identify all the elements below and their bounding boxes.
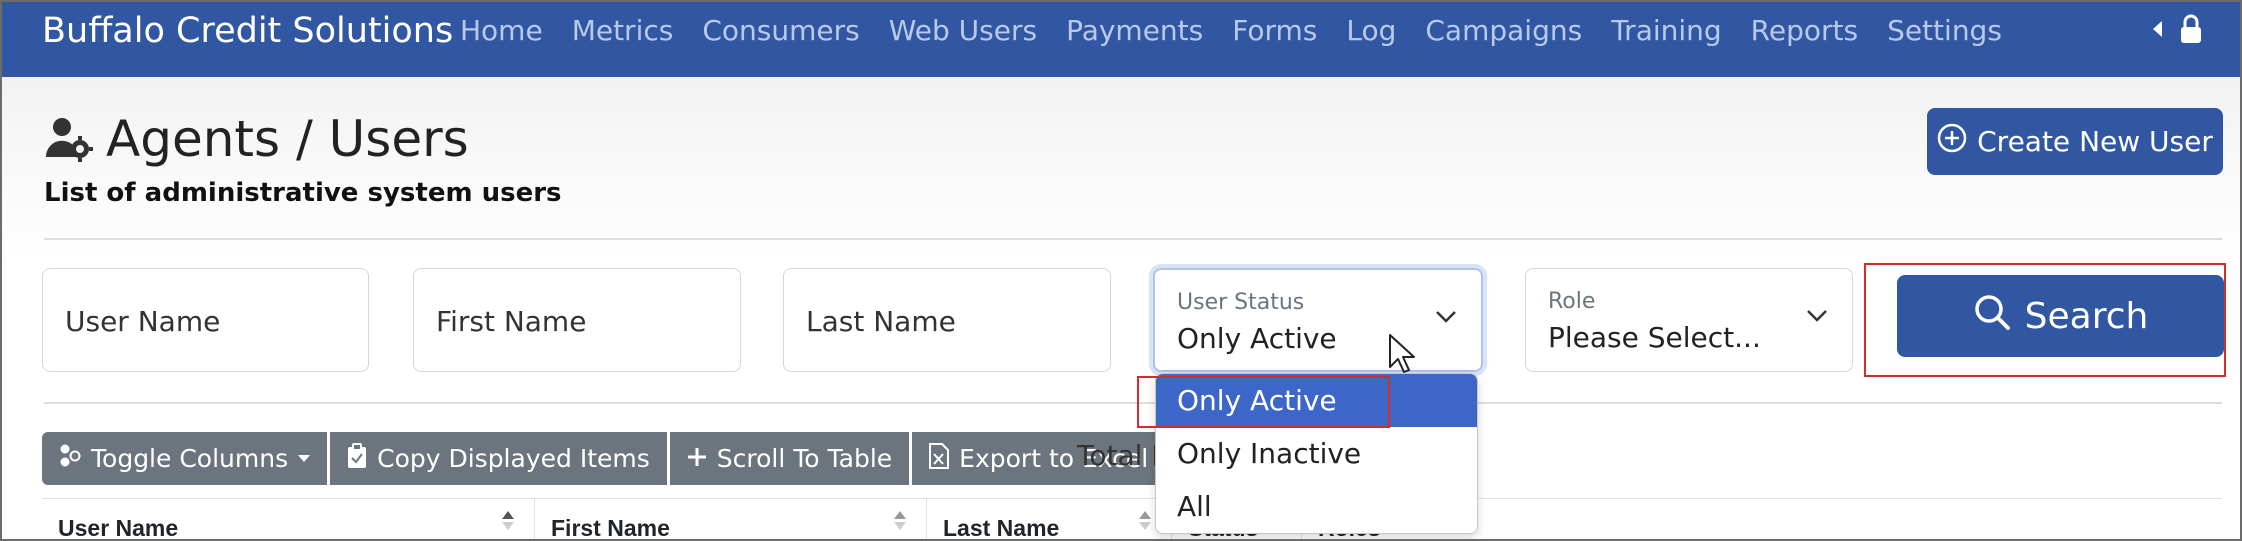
lock-icon[interactable] [2180, 14, 2202, 44]
role-value: Please Select... [1548, 321, 1761, 354]
nav-item-web-users[interactable]: Web Users [889, 2, 1037, 60]
search-icon [1973, 293, 2011, 340]
caret-down-icon [298, 455, 311, 462]
app-window: Buffalo Credit Solutions Home Metrics Co… [0, 0, 2242, 541]
copy-displayed-items-button[interactable]: Copy Displayed Items [330, 432, 667, 485]
create-new-user-label: Create New User [1977, 125, 2213, 158]
column-header-label: First Name [551, 515, 670, 541]
nav-item-settings[interactable]: Settings [1887, 2, 2002, 60]
user-status-label: User Status [1177, 290, 1305, 315]
top-navbar: Buffalo Credit Solutions Home Metrics Co… [2, 2, 2240, 77]
toggle-columns-button[interactable]: Toggle Columns [42, 432, 328, 485]
table-header: User Name First Name Last Name Status Ro… [42, 498, 2222, 541]
chevron-down-icon [1435, 310, 1457, 329]
mouse-cursor-icon [1388, 333, 1416, 380]
table-toolbar: Toggle Columns Copy Displayed Items Scro… [42, 432, 1166, 485]
create-new-user-button[interactable]: Create New User [1927, 108, 2223, 175]
header-divider [44, 238, 2222, 240]
column-header-label: Last Name [943, 515, 1060, 541]
first-name-input[interactable]: First Name [413, 268, 741, 372]
scroll-to-table-label: Scroll To Table [716, 444, 893, 473]
column-header-last-name[interactable]: Last Name [927, 499, 1172, 541]
main-nav: Home Metrics Consumers Web Users Payment… [460, 2, 2031, 60]
nav-item-home[interactable]: Home [460, 2, 543, 60]
toggle-columns-label: Toggle Columns [91, 444, 289, 473]
option-highlight-outline [1137, 376, 1390, 428]
nav-item-metrics[interactable]: Metrics [572, 2, 674, 60]
sort-icon [894, 511, 906, 530]
total-items-label: Total I [1077, 439, 1160, 472]
nav-item-consumers[interactable]: Consumers [702, 2, 859, 60]
user-name-input[interactable]: User Name [42, 268, 369, 372]
nav-right-controls [2153, 14, 2202, 44]
role-select[interactable]: Role Please Select... [1525, 268, 1853, 372]
nav-item-reports[interactable]: Reports [1751, 2, 1858, 60]
page-subtitle: List of administrative system users [44, 178, 562, 208]
copy-displayed-items-label: Copy Displayed Items [377, 444, 650, 473]
nav-item-log[interactable]: Log [1346, 2, 1396, 60]
column-header-label: User Name [58, 515, 179, 541]
caret-left-icon[interactable] [2153, 21, 2162, 37]
last-name-input[interactable]: Last Name [783, 268, 1111, 372]
nav-item-payments[interactable]: Payments [1066, 2, 1203, 60]
option-only-inactive[interactable]: Only Inactive [1156, 427, 1477, 480]
columns-icon [59, 443, 81, 475]
page-title: Agents / Users [44, 110, 469, 168]
sort-icon [1139, 511, 1151, 530]
user-status-value: Only Active [1177, 322, 1337, 355]
clipboard-icon [347, 442, 367, 475]
page-title-text: Agents / Users [106, 110, 469, 168]
nav-item-forms[interactable]: Forms [1232, 2, 1317, 60]
column-header-first-name[interactable]: First Name [535, 499, 927, 541]
user-status-select[interactable]: User Status Only Active [1153, 268, 1483, 372]
search-button[interactable]: Search [1897, 275, 2224, 357]
excel-file-icon [929, 442, 950, 475]
role-label: Role [1548, 289, 1596, 314]
nav-item-training[interactable]: Training [1611, 2, 1721, 60]
plus-icon [687, 444, 707, 473]
column-header-user-name[interactable]: User Name [42, 499, 535, 541]
search-button-label: Search [2024, 295, 2149, 337]
user-name-placeholder: User Name [65, 305, 221, 338]
last-name-placeholder: Last Name [806, 305, 956, 338]
scroll-to-table-button[interactable]: Scroll To Table [669, 432, 910, 485]
filter-divider [44, 402, 2222, 404]
plus-circle-icon [1937, 123, 1967, 160]
first-name-placeholder: First Name [436, 305, 587, 338]
brand-logo[interactable]: Buffalo Credit Solutions [42, 2, 453, 60]
chevron-down-icon [1806, 309, 1828, 328]
option-all[interactable]: All [1156, 480, 1477, 533]
nav-item-campaigns[interactable]: Campaigns [1425, 2, 1582, 60]
sort-icon [502, 511, 514, 530]
user-gear-icon [44, 113, 96, 165]
